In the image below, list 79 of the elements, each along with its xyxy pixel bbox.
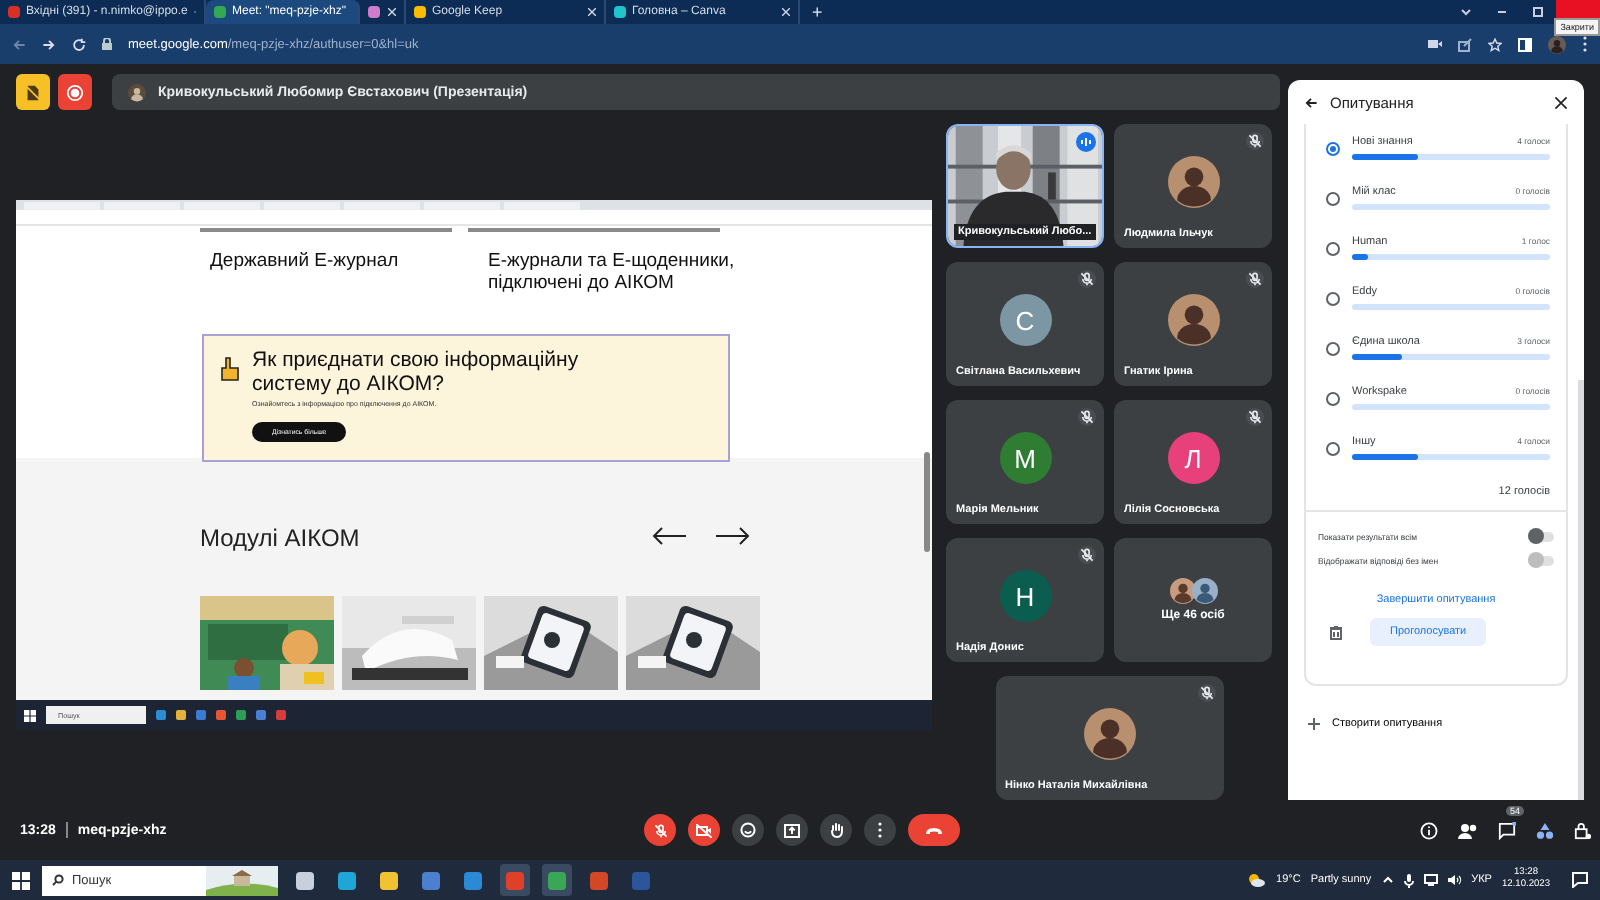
radio-button[interactable]: [1326, 242, 1340, 256]
avatar-icon: М: [999, 432, 1051, 484]
reactions-button[interactable]: [732, 814, 764, 846]
windows-icon[interactable]: [24, 709, 36, 721]
camera-icon[interactable]: [1428, 38, 1442, 50]
mic-off-icon: [1080, 548, 1094, 562]
mic-off-icon: [1199, 686, 1213, 700]
avatar-icon: [1169, 578, 1195, 604]
mic-off-icon: [1080, 272, 1094, 286]
chat-icon[interactable]: [1498, 821, 1516, 839]
avatar-icon: [1083, 708, 1135, 760]
card-title[interactable]: Е-журнали та Е-щоденники, підключені до АІКОМ: [478, 250, 740, 294]
radio-button[interactable]: [1326, 442, 1340, 456]
arrow-right-icon[interactable]: [714, 526, 750, 546]
share-icon[interactable]: [1458, 37, 1472, 51]
hand-icon: [829, 822, 843, 838]
toggle-switch[interactable]: [1528, 531, 1554, 541]
chevron-up-icon[interactable]: [1381, 876, 1394, 884]
hand-icon: [220, 356, 240, 382]
weather-icon: [1246, 872, 1267, 888]
present-icon: [784, 823, 800, 837]
new-tab-button[interactable]: +: [800, 2, 835, 22]
camera-off-icon: [696, 823, 712, 837]
raise-hand-button[interactable]: [820, 814, 852, 846]
scrollbar[interactable]: [924, 452, 930, 552]
delete-icon[interactable]: [1330, 625, 1342, 639]
radio-button[interactable]: [1326, 192, 1340, 206]
radio-button[interactable]: [1326, 292, 1340, 306]
radio-button[interactable]: [1326, 142, 1340, 156]
callout-title: Як приєднати свою інформаційну систему до АІКОМ?: [252, 348, 581, 396]
info-icon[interactable]: [1420, 821, 1438, 839]
volume-icon[interactable]: [1447, 874, 1462, 886]
present-button[interactable]: [776, 814, 808, 846]
scrollbar[interactable]: [1578, 380, 1584, 800]
hang-up-icon: [924, 825, 944, 835]
camera-button[interactable]: [688, 814, 720, 846]
avatar-icon: [1167, 156, 1219, 208]
mic-off-icon: [653, 823, 667, 837]
emoji-icon: [740, 822, 756, 838]
profile-avatar: [1548, 35, 1566, 53]
record-button[interactable]: [58, 74, 92, 110]
toggle-switch[interactable]: [1528, 555, 1554, 565]
plus-icon: [1308, 718, 1320, 730]
mic-off-icon: [1248, 272, 1262, 286]
mic-off-icon: [1248, 410, 1262, 424]
avatar-icon: С: [999, 294, 1051, 346]
card-title[interactable]: Державний Е-журнал: [200, 250, 462, 294]
mic-off-icon: [1248, 134, 1262, 148]
layout-button[interactable]: [16, 74, 50, 110]
record-icon: [66, 83, 84, 101]
lock-icon: [102, 38, 112, 50]
file-icon: [24, 83, 42, 101]
shapes-icon[interactable]: [1536, 821, 1554, 839]
presenter-avatar: [128, 83, 146, 101]
host-controls-icon[interactable]: [1574, 821, 1592, 839]
radio-button[interactable]: [1326, 392, 1340, 406]
radio-button[interactable]: [1326, 342, 1340, 356]
section-title: Модулі АІКОМ: [200, 524, 360, 552]
menu-icon[interactable]: [1582, 36, 1588, 52]
leave-call-button[interactable]: [908, 814, 960, 846]
avatar-icon: [1191, 578, 1217, 604]
network-icon[interactable]: [1423, 874, 1438, 886]
star-icon[interactable]: [1488, 37, 1502, 51]
notification-icon[interactable]: [1572, 872, 1588, 888]
arrow-left-icon[interactable]: [652, 526, 688, 546]
more-options-button[interactable]: [864, 814, 896, 846]
back-icon[interactable]: [1304, 95, 1318, 109]
avatar-icon: [1167, 294, 1219, 346]
microphone-icon[interactable]: [1403, 873, 1414, 887]
forward-icon[interactable]: [42, 37, 56, 51]
avatar-icon: Н: [999, 570, 1051, 622]
side-panel-icon[interactable]: [1518, 37, 1532, 51]
windows-icon[interactable]: [12, 871, 30, 889]
people-icon[interactable]: [1458, 821, 1478, 839]
avatar-icon: Л: [1167, 432, 1219, 484]
reload-icon[interactable]: [72, 37, 86, 51]
microphone-button[interactable]: [644, 814, 676, 846]
search-icon: [52, 874, 64, 886]
mic-off-icon: [1080, 410, 1094, 424]
